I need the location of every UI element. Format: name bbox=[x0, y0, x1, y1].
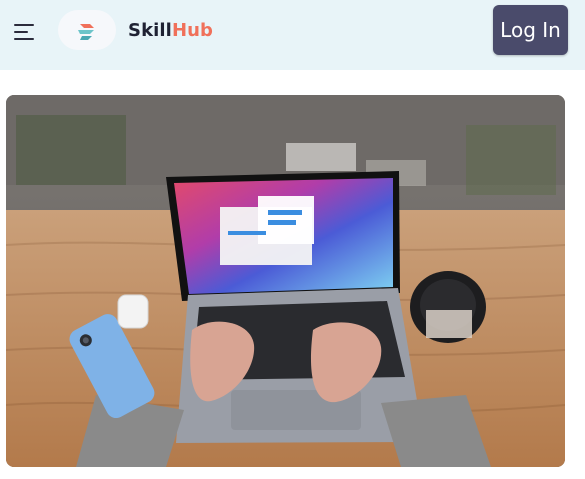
skillhub-logo-icon bbox=[58, 10, 116, 50]
hamburger-menu-icon[interactable] bbox=[14, 22, 36, 42]
hero-image bbox=[6, 95, 565, 467]
login-button[interactable]: Log In bbox=[493, 5, 568, 55]
brand-name: SkillHub bbox=[128, 20, 213, 41]
brand-name-part1: Skill bbox=[128, 19, 172, 41]
brand-logo-link[interactable]: SkillHub bbox=[58, 10, 213, 50]
brand-name-part2: Hub bbox=[171, 19, 214, 41]
top-header: SkillHub Log In bbox=[0, 0, 585, 70]
